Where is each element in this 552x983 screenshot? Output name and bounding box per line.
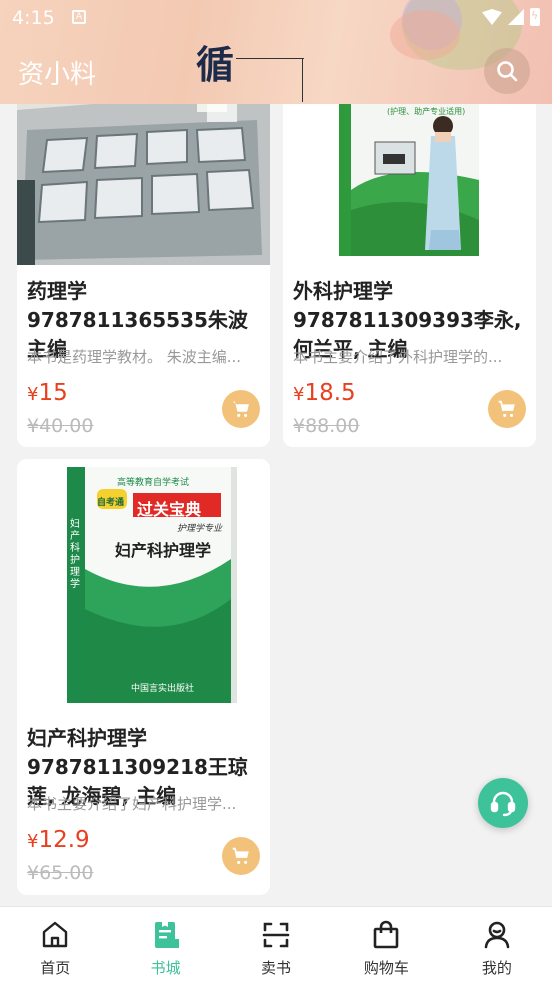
cover-publisher: 中国言实出版社 <box>131 684 195 694</box>
nav-sell[interactable]: 卖书 <box>221 907 331 983</box>
nav-label: 卖书 <box>261 959 292 977</box>
book-description: 本书是药理学教材。 朱波主编... <box>27 348 242 366</box>
signal-icon <box>508 9 524 25</box>
cover-brand: 自考通 <box>97 498 125 508</box>
app-title: 资小料 <box>18 60 97 90</box>
customer-service-button[interactable] <box>478 778 528 828</box>
nav-profile[interactable]: 我的 <box>442 907 552 983</box>
cart-icon <box>498 400 515 417</box>
nav-label: 首页 <box>40 959 71 977</box>
logo-char: 循 <box>196 42 235 87</box>
book-price: ¥15 <box>27 380 68 406</box>
book-original-price: ¥40.00 <box>27 415 94 437</box>
cart-icon <box>232 401 249 417</box>
book-card[interactable]: (护理、助产专业适用) 外科护理学9787811309393李永, 何兰平, 主… <box>283 70 536 447</box>
price-value: 12.9 <box>38 827 90 853</box>
profile-icon <box>484 921 510 949</box>
add-to-cart-button[interactable] <box>222 837 260 875</box>
book-description: 本书主要介绍了外科护理学的... <box>293 348 503 366</box>
book-cover-image: 高等教育自学考试 自考通 过关宝典 护理学专业 妇产科护理学 妇产科护理学 中国… <box>17 459 270 713</box>
bottom-navigation: 首页 书城 卖书 购物车 我的 <box>0 906 552 983</box>
shopping-bag-icon <box>374 920 399 949</box>
search-button[interactable] <box>484 48 530 94</box>
notification-icon: A <box>72 10 86 24</box>
cover-headline: 过关宝典 <box>137 500 202 519</box>
book-cover-subtitle: (护理、助产专业适用) <box>387 107 466 116</box>
nav-cart[interactable]: 购物车 <box>331 907 441 983</box>
cover-subject: 妇产科护理学 <box>115 541 212 560</box>
cover-series: 高等教育自学考试 <box>117 478 190 488</box>
cover-major: 护理学专业 <box>177 524 223 534</box>
price-value: 15 <box>38 380 68 406</box>
wifi-icon <box>482 9 502 25</box>
add-to-cart-button[interactable] <box>488 390 526 428</box>
book-card[interactable]: 高等教育自学考试 自考通 过关宝典 护理学专业 妇产科护理学 妇产科护理学 中国… <box>17 459 270 895</box>
price-value: 18.5 <box>304 380 356 406</box>
headset-icon <box>490 791 516 817</box>
nav-home[interactable]: 首页 <box>0 907 110 983</box>
search-icon <box>497 61 518 82</box>
scan-icon <box>262 922 290 948</box>
add-to-cart-button[interactable] <box>222 390 260 428</box>
nav-bookstore[interactable]: 书城 <box>110 907 220 983</box>
home-icon <box>43 921 68 948</box>
currency-symbol: ¥ <box>27 831 39 852</box>
book-price: ¥12.9 <box>27 827 90 853</box>
status-time: 4:15 <box>12 7 55 29</box>
cover-spine: 妇产科护理学 <box>70 519 80 590</box>
book-card[interactable]: 药理学9787811365535朱波主编 本书是药理学教材。 朱波主编... ¥… <box>17 70 270 447</box>
currency-symbol: ¥ <box>27 384 39 405</box>
book-description: 本书主要介绍了妇产科护理学... <box>27 795 237 813</box>
logo: 循 <box>194 34 306 104</box>
cart-icon <box>232 847 249 864</box>
app-header: 4:15 A 资小料 循 <box>0 0 552 104</box>
book-original-price: ¥65.00 <box>27 862 94 884</box>
nav-label: 书城 <box>150 959 181 977</box>
nav-label: 购物车 <box>363 959 409 977</box>
bookstore-icon <box>154 922 179 948</box>
currency-symbol: ¥ <box>293 384 305 405</box>
book-price: ¥18.5 <box>293 380 356 406</box>
status-bar: 4:15 A <box>0 0 552 38</box>
book-original-price: ¥88.00 <box>293 415 360 437</box>
battery-icon <box>530 8 540 26</box>
nav-label: 我的 <box>481 959 512 977</box>
